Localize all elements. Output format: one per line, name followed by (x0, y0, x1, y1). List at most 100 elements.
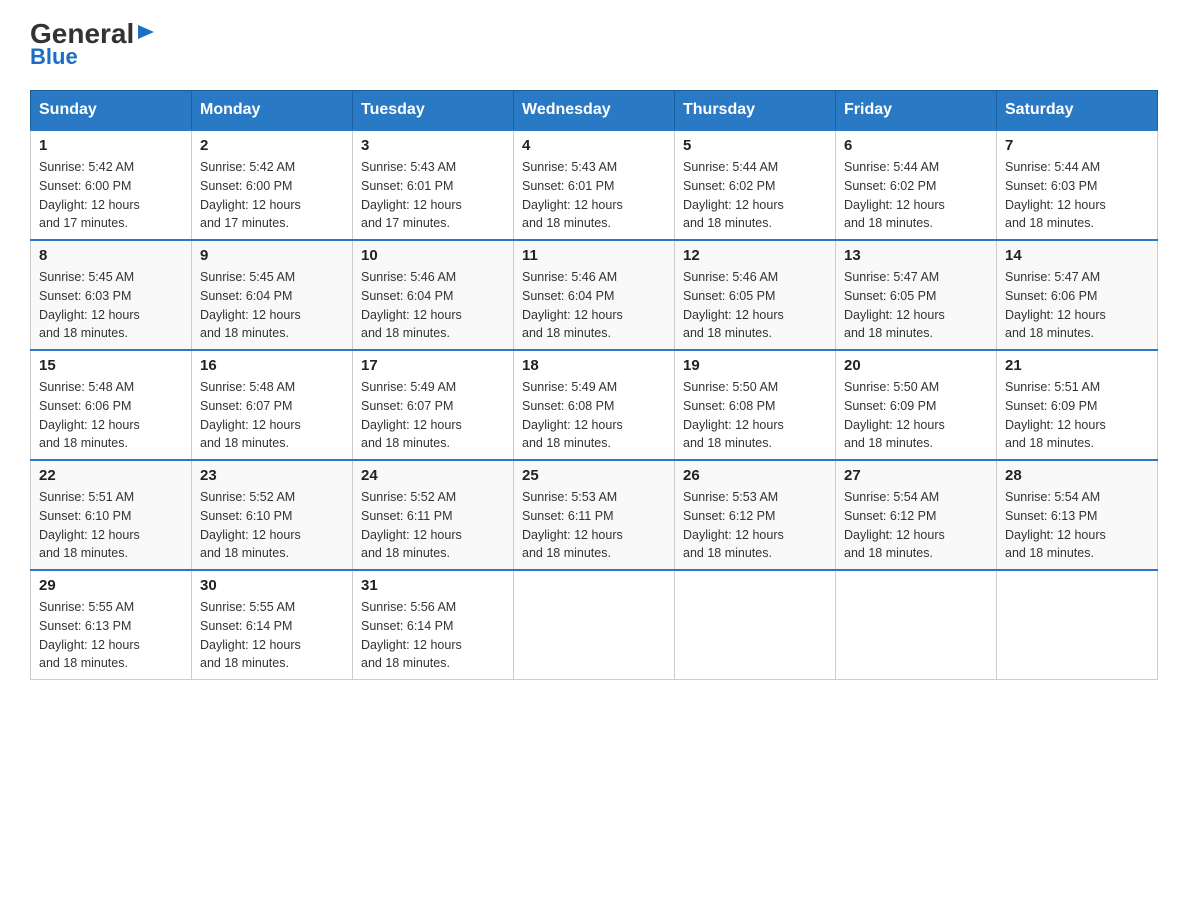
day-number: 22 (39, 467, 183, 484)
day-number: 11 (522, 247, 666, 264)
day-number: 9 (200, 247, 344, 264)
week-row-1: 1Sunrise: 5:42 AMSunset: 6:00 PMDaylight… (31, 130, 1158, 240)
day-info: Sunrise: 5:50 AMSunset: 6:09 PMDaylight:… (844, 378, 988, 453)
day-info: Sunrise: 5:49 AMSunset: 6:08 PMDaylight:… (522, 378, 666, 453)
calendar-cell: 26 Sunrise: 5:53 AMSunset: 6:12 PMDayligh… (675, 460, 836, 570)
col-header-saturday: Saturday (997, 91, 1158, 131)
day-info: Sunrise: 5:56 AMSunset: 6:14 PMDaylight:… (361, 598, 505, 673)
day-info: Sunrise: 5:46 AMSunset: 6:04 PMDaylight:… (522, 268, 666, 343)
day-info: Sunrise: 5:46 AMSunset: 6:04 PMDaylight:… (361, 268, 505, 343)
day-info: Sunrise: 5:42 AMSunset: 6:00 PMDaylight:… (39, 158, 183, 233)
day-number: 28 (1005, 467, 1149, 484)
calendar-cell: 9 Sunrise: 5:45 AMSunset: 6:04 PMDaylight… (192, 240, 353, 350)
day-number: 12 (683, 247, 827, 264)
day-info: Sunrise: 5:44 AMSunset: 6:02 PMDaylight:… (683, 158, 827, 233)
col-header-wednesday: Wednesday (514, 91, 675, 131)
page-header: General Blue (30, 20, 1158, 70)
calendar-cell: 29Sunrise: 5:55 AMSunset: 6:13 PMDayligh… (31, 570, 192, 680)
calendar-cell: 24Sunrise: 5:52 AMSunset: 6:11 PMDayligh… (353, 460, 514, 570)
day-number: 13 (844, 247, 988, 264)
day-info: Sunrise: 5:42 AMSunset: 6:00 PMDaylight:… (200, 158, 344, 233)
calendar-cell (836, 570, 997, 680)
calendar-cell: 17 Sunrise: 5:49 AMSunset: 6:07 PMDayligh… (353, 350, 514, 460)
calendar-cell: 21 Sunrise: 5:51 AMSunset: 6:09 PMDayligh… (997, 350, 1158, 460)
calendar-cell (997, 570, 1158, 680)
day-number: 21 (1005, 357, 1149, 374)
day-number: 16 (200, 357, 344, 374)
day-number: 3 (361, 137, 505, 154)
day-info: Sunrise: 5:53 AMSunset: 6:12 PMDaylight:… (683, 488, 827, 563)
calendar-cell: 25Sunrise: 5:53 AMSunset: 6:11 PMDayligh… (514, 460, 675, 570)
week-row-2: 8 Sunrise: 5:45 AMSunset: 6:03 PMDaylight… (31, 240, 1158, 350)
day-number: 24 (361, 467, 505, 484)
day-info: Sunrise: 5:48 AMSunset: 6:06 PMDaylight:… (39, 378, 183, 453)
calendar-cell: 4 Sunrise: 5:43 AMSunset: 6:01 PMDaylight… (514, 130, 675, 240)
day-number: 19 (683, 357, 827, 374)
day-info: Sunrise: 5:44 AMSunset: 6:03 PMDaylight:… (1005, 158, 1149, 233)
logo-blue-text: Blue (30, 44, 78, 70)
calendar-cell: 6 Sunrise: 5:44 AMSunset: 6:02 PMDaylight… (836, 130, 997, 240)
day-info: Sunrise: 5:53 AMSunset: 6:11 PMDaylight:… (522, 488, 666, 563)
calendar-cell: 19 Sunrise: 5:50 AMSunset: 6:08 PMDayligh… (675, 350, 836, 460)
day-number: 15 (39, 357, 183, 374)
day-number: 10 (361, 247, 505, 264)
day-number: 7 (1005, 137, 1149, 154)
calendar-cell: 5 Sunrise: 5:44 AMSunset: 6:02 PMDaylight… (675, 130, 836, 240)
calendar-cell: 12 Sunrise: 5:46 AMSunset: 6:05 PMDayligh… (675, 240, 836, 350)
day-number: 26 (683, 467, 827, 484)
day-info: Sunrise: 5:47 AMSunset: 6:06 PMDaylight:… (1005, 268, 1149, 343)
calendar-cell: 11 Sunrise: 5:46 AMSunset: 6:04 PMDayligh… (514, 240, 675, 350)
day-number: 23 (200, 467, 344, 484)
calendar-cell: 28 Sunrise: 5:54 AMSunset: 6:13 PMDayligh… (997, 460, 1158, 570)
day-number: 8 (39, 247, 183, 264)
calendar-cell: 2 Sunrise: 5:42 AMSunset: 6:00 PMDaylight… (192, 130, 353, 240)
calendar-cell: 1Sunrise: 5:42 AMSunset: 6:00 PMDaylight… (31, 130, 192, 240)
day-number: 20 (844, 357, 988, 374)
day-number: 2 (200, 137, 344, 154)
day-info: Sunrise: 5:52 AMSunset: 6:10 PMDaylight:… (200, 488, 344, 563)
day-number: 30 (200, 577, 344, 594)
calendar-cell: 7 Sunrise: 5:44 AMSunset: 6:03 PMDaylight… (997, 130, 1158, 240)
calendar-header-row: SundayMondayTuesdayWednesdayThursdayFrid… (31, 91, 1158, 131)
day-number: 4 (522, 137, 666, 154)
day-number: 18 (522, 357, 666, 374)
day-number: 29 (39, 577, 183, 594)
calendar-cell (514, 570, 675, 680)
col-header-sunday: Sunday (31, 91, 192, 131)
day-number: 31 (361, 577, 505, 594)
day-info: Sunrise: 5:49 AMSunset: 6:07 PMDaylight:… (361, 378, 505, 453)
logo-arrow-icon (136, 21, 158, 43)
day-info: Sunrise: 5:48 AMSunset: 6:07 PMDaylight:… (200, 378, 344, 453)
calendar-cell: 15 Sunrise: 5:48 AMSunset: 6:06 PMDayligh… (31, 350, 192, 460)
day-info: Sunrise: 5:43 AMSunset: 6:01 PMDaylight:… (522, 158, 666, 233)
day-number: 6 (844, 137, 988, 154)
week-row-5: 29Sunrise: 5:55 AMSunset: 6:13 PMDayligh… (31, 570, 1158, 680)
calendar-cell: 31 Sunrise: 5:56 AMSunset: 6:14 PMDayligh… (353, 570, 514, 680)
calendar-cell: 23 Sunrise: 5:52 AMSunset: 6:10 PMDayligh… (192, 460, 353, 570)
day-info: Sunrise: 5:51 AMSunset: 6:10 PMDaylight:… (39, 488, 183, 563)
col-header-monday: Monday (192, 91, 353, 131)
calendar-cell: 20 Sunrise: 5:50 AMSunset: 6:09 PMDayligh… (836, 350, 997, 460)
day-info: Sunrise: 5:45 AMSunset: 6:04 PMDaylight:… (200, 268, 344, 343)
calendar-cell: 13 Sunrise: 5:47 AMSunset: 6:05 PMDayligh… (836, 240, 997, 350)
week-row-4: 22 Sunrise: 5:51 AMSunset: 6:10 PMDayligh… (31, 460, 1158, 570)
col-header-thursday: Thursday (675, 91, 836, 131)
day-info: Sunrise: 5:51 AMSunset: 6:09 PMDaylight:… (1005, 378, 1149, 453)
day-number: 17 (361, 357, 505, 374)
day-info: Sunrise: 5:54 AMSunset: 6:12 PMDaylight:… (844, 488, 988, 563)
week-row-3: 15 Sunrise: 5:48 AMSunset: 6:06 PMDayligh… (31, 350, 1158, 460)
calendar-cell (675, 570, 836, 680)
calendar-table: SundayMondayTuesdayWednesdayThursdayFrid… (30, 90, 1158, 680)
col-header-tuesday: Tuesday (353, 91, 514, 131)
day-number: 14 (1005, 247, 1149, 264)
day-info: Sunrise: 5:54 AMSunset: 6:13 PMDaylight:… (1005, 488, 1149, 563)
day-number: 5 (683, 137, 827, 154)
day-info: Sunrise: 5:50 AMSunset: 6:08 PMDaylight:… (683, 378, 827, 453)
calendar-cell: 3Sunrise: 5:43 AMSunset: 6:01 PMDaylight… (353, 130, 514, 240)
day-info: Sunrise: 5:46 AMSunset: 6:05 PMDaylight:… (683, 268, 827, 343)
day-info: Sunrise: 5:47 AMSunset: 6:05 PMDaylight:… (844, 268, 988, 343)
calendar-cell: 8 Sunrise: 5:45 AMSunset: 6:03 PMDaylight… (31, 240, 192, 350)
day-number: 27 (844, 467, 988, 484)
day-info: Sunrise: 5:45 AMSunset: 6:03 PMDaylight:… (39, 268, 183, 343)
day-info: Sunrise: 5:44 AMSunset: 6:02 PMDaylight:… (844, 158, 988, 233)
